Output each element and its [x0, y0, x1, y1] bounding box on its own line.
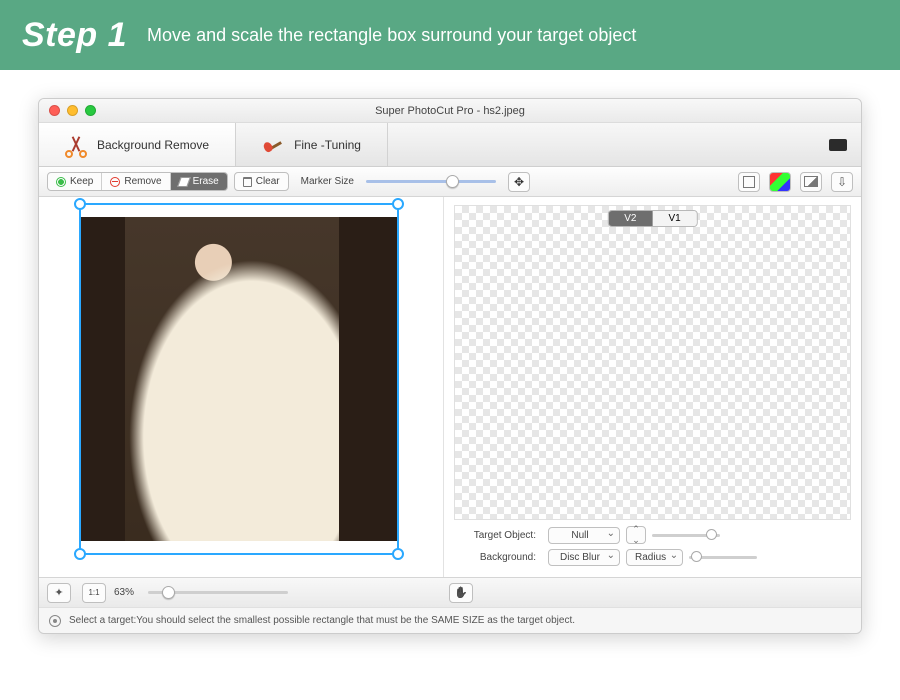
zoom-slider[interactable]: [148, 591, 288, 594]
version-v1[interactable]: V1: [653, 211, 697, 226]
handle-top-left[interactable]: [74, 198, 86, 210]
target-stepper[interactable]: [626, 526, 646, 544]
tab-label: Fine -Tuning: [294, 138, 361, 152]
move-tool-button[interactable]: [508, 172, 530, 192]
handle-bottom-left[interactable]: [74, 548, 86, 560]
target-object-label: Target Object:: [454, 530, 536, 541]
actual-size-button[interactable]: [82, 583, 106, 603]
erase-button[interactable]: Erase: [171, 173, 227, 190]
canvas[interactable]: [79, 201, 399, 557]
erase-icon: [177, 177, 191, 187]
output-controls: Target Object: Null Background: Disc Blu…: [454, 526, 851, 571]
target-slider[interactable]: [652, 534, 720, 537]
trash-icon: [243, 177, 252, 187]
fit-button[interactable]: [47, 583, 71, 603]
keep-button[interactable]: Keep: [48, 173, 102, 190]
preview-pane: V2 V1 Target Object: Null Background: Di…: [444, 197, 861, 577]
workspace: V2 V1 Target Object: Null Background: Di…: [39, 197, 861, 577]
radius-select[interactable]: Radius: [626, 549, 683, 566]
hint-text: Select a target:You should select the sm…: [69, 615, 575, 626]
tab-background-remove[interactable]: Background Remove: [39, 123, 236, 166]
version-v2[interactable]: V2: [608, 211, 652, 226]
pan-tool-button[interactable]: [449, 583, 473, 603]
marker-size-label: Marker Size: [301, 176, 354, 187]
hint-icon: [49, 615, 61, 627]
zoom-value: 63%: [114, 587, 134, 598]
window-title: Super PhotoCut Pro - hs2.jpeg: [39, 105, 861, 117]
remove-button[interactable]: Remove: [102, 173, 170, 190]
background-label: Background:: [454, 552, 536, 563]
marker-size-slider[interactable]: [366, 180, 496, 183]
selection-rectangle[interactable]: [79, 203, 399, 555]
step-number: Step 1: [22, 16, 127, 55]
app-window: Super PhotoCut Pro - hs2.jpeg Background…: [38, 98, 862, 634]
background-image-button[interactable]: [800, 172, 822, 192]
compare-button[interactable]: [738, 172, 760, 192]
background-select[interactable]: Disc Blur: [548, 549, 620, 566]
close-window-button[interactable]: [49, 105, 60, 116]
version-toggle: V2 V1: [607, 210, 697, 227]
source-pane: [39, 197, 444, 577]
mode-tabs: Background Remove Fine -Tuning: [39, 123, 861, 167]
target-object-select[interactable]: Null: [548, 527, 620, 544]
preview-canvas: V2 V1: [454, 205, 851, 520]
remove-icon: [110, 177, 120, 187]
footer-bar: 63%: [39, 577, 861, 607]
tab-label: Background Remove: [97, 138, 209, 152]
marker-mode-group: Keep Remove Erase: [47, 172, 228, 191]
brush-icon: [262, 134, 284, 156]
handle-top-right[interactable]: [392, 198, 404, 210]
tab-fine-tuning[interactable]: Fine -Tuning: [236, 123, 388, 166]
help-icon[interactable]: [829, 138, 847, 152]
step-description: Move and scale the rectangle box surroun…: [147, 25, 636, 46]
titlebar: Super PhotoCut Pro - hs2.jpeg: [39, 99, 861, 123]
clear-button[interactable]: Clear: [234, 172, 289, 191]
scissors-icon: [65, 134, 87, 156]
toolbar: Keep Remove Erase Clear Marker Size: [39, 167, 861, 197]
radius-slider[interactable]: [689, 556, 757, 559]
keep-icon: [56, 177, 66, 187]
export-button[interactable]: [831, 172, 853, 192]
tutorial-banner: Step 1 Move and scale the rectangle box …: [0, 0, 900, 70]
background-color-button[interactable]: [769, 172, 791, 192]
handle-bottom-right[interactable]: [392, 548, 404, 560]
minimize-window-button[interactable]: [67, 105, 78, 116]
hint-bar: Select a target:You should select the sm…: [39, 607, 861, 633]
zoom-window-button[interactable]: [85, 105, 96, 116]
